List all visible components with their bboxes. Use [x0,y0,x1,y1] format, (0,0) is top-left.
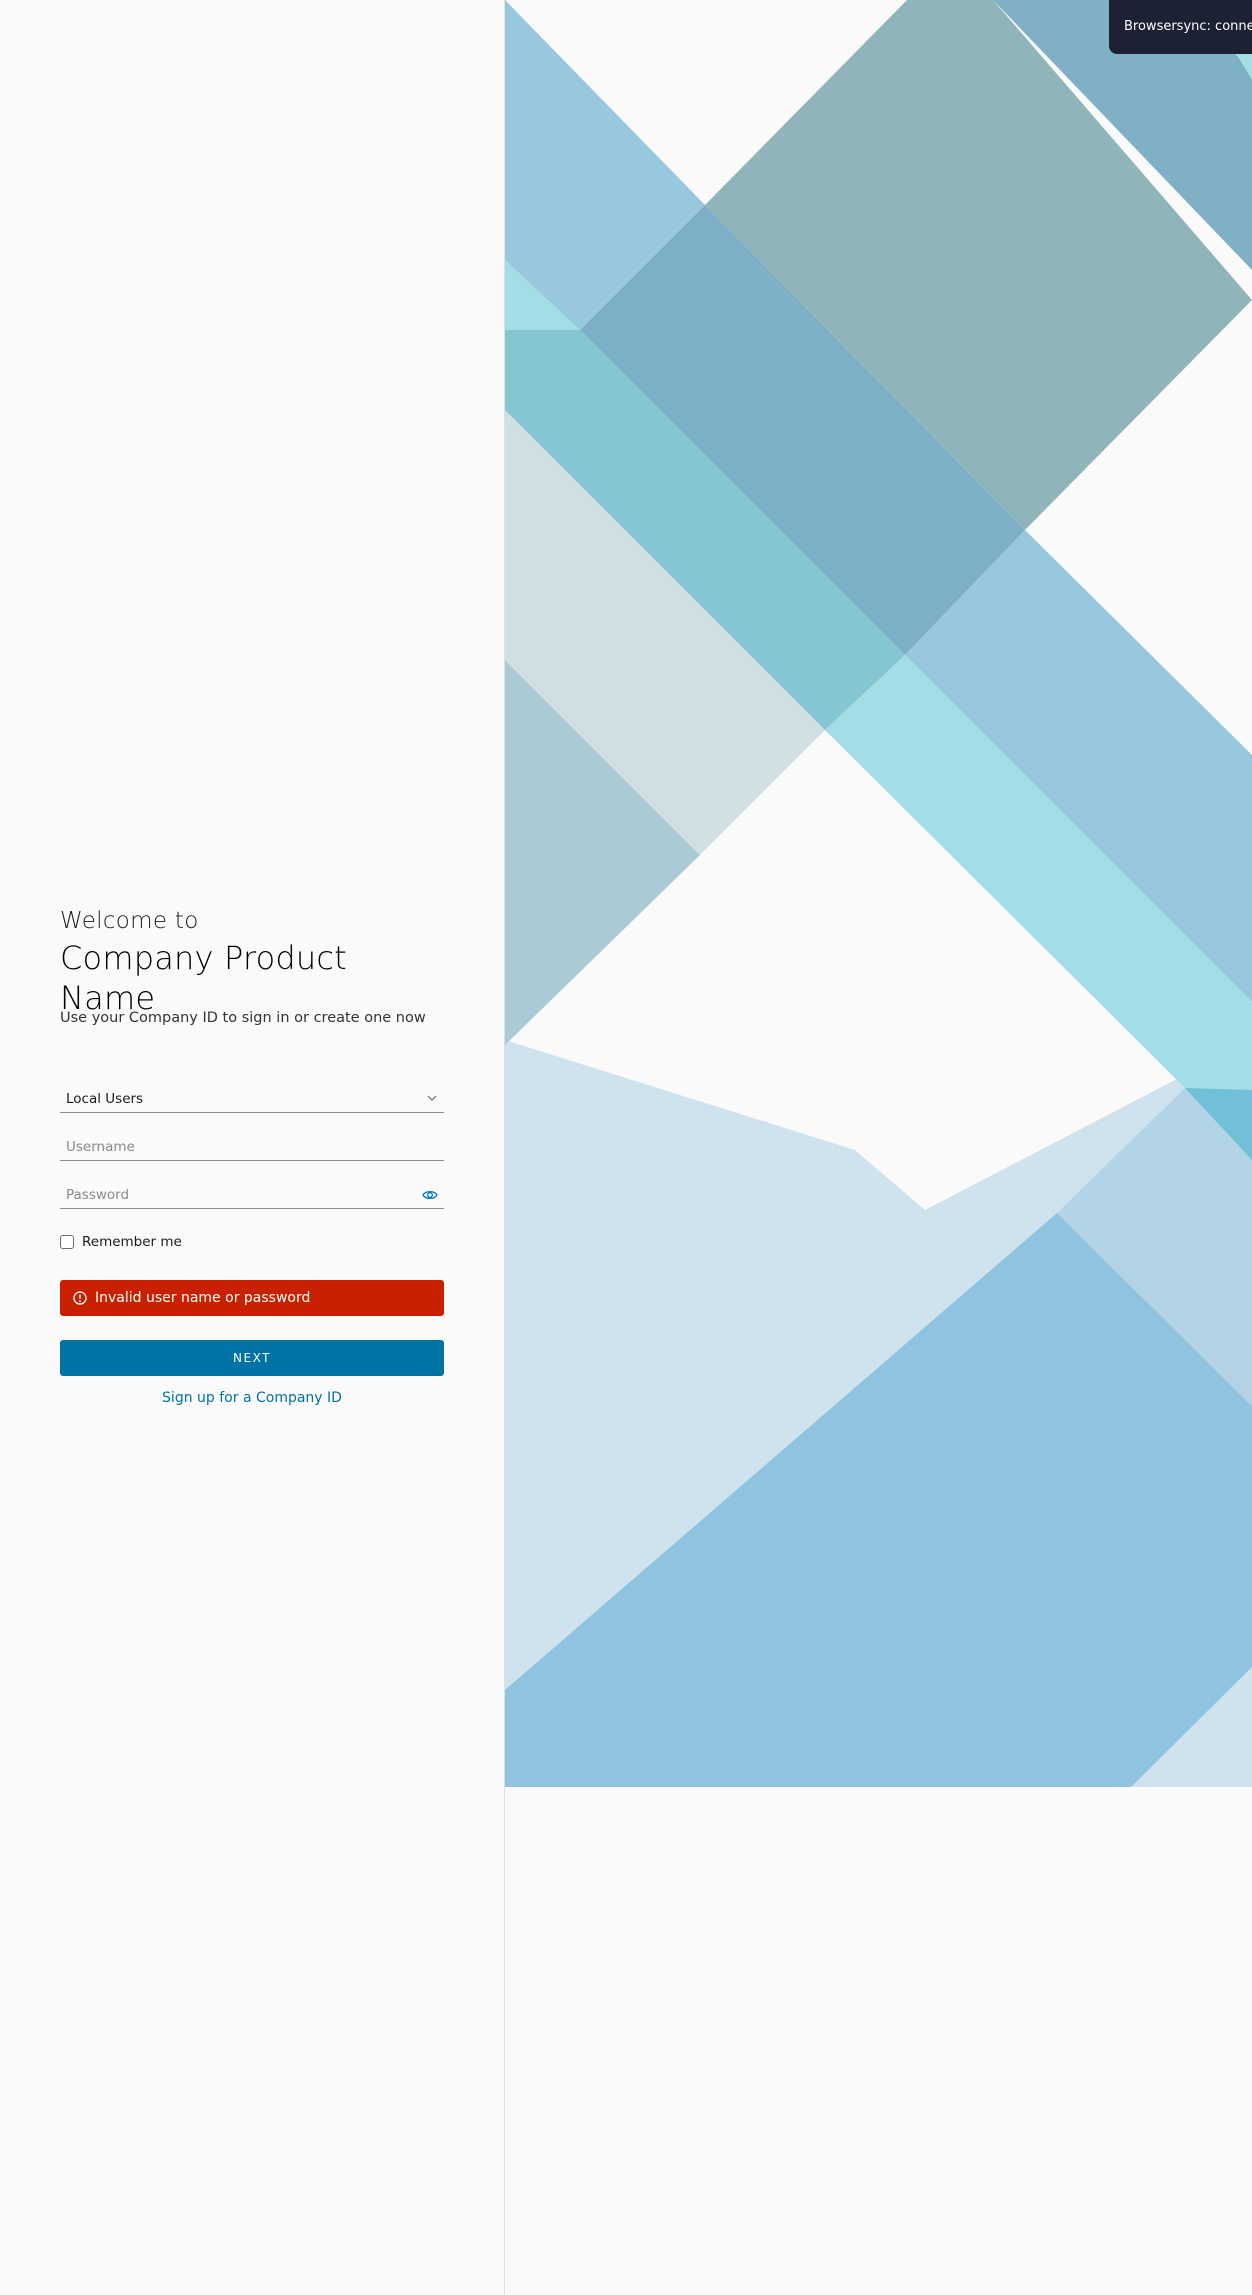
welcome-text: Welcome to [60,908,199,934]
password-field[interactable] [60,1184,444,1209]
domain-select-value: Local Users [66,1091,144,1107]
error-message: Invalid user name or password [95,1290,311,1306]
remember-me[interactable]: Remember me [60,1234,182,1250]
login-panel: Welcome to Company Product Name Use your… [0,0,505,2295]
eye-icon[interactable] [422,1188,438,1202]
browsersync-toast: Browsersync: connected [1109,0,1252,54]
next-button[interactable]: NEXT [60,1340,444,1376]
chevron-down-icon [427,1095,437,1101]
decorative-background-art [505,0,1252,1787]
error-circle-icon [73,1291,87,1305]
remember-me-label: Remember me [82,1234,182,1250]
remember-me-checkbox[interactable] [60,1235,74,1249]
username-input[interactable] [60,1136,406,1158]
domain-select[interactable]: Local Users [60,1088,444,1113]
product-title: Company Product Name [60,939,347,1017]
signup-link[interactable]: Sign up for a Company ID [60,1390,444,1406]
error-alert: Invalid user name or password [60,1280,444,1316]
username-field[interactable] [60,1136,444,1161]
login-form: Welcome to Company Product Name Use your… [60,906,444,1406]
login-subtitle: Use your Company ID to sign in or create… [60,1010,426,1026]
password-input[interactable] [60,1184,406,1206]
